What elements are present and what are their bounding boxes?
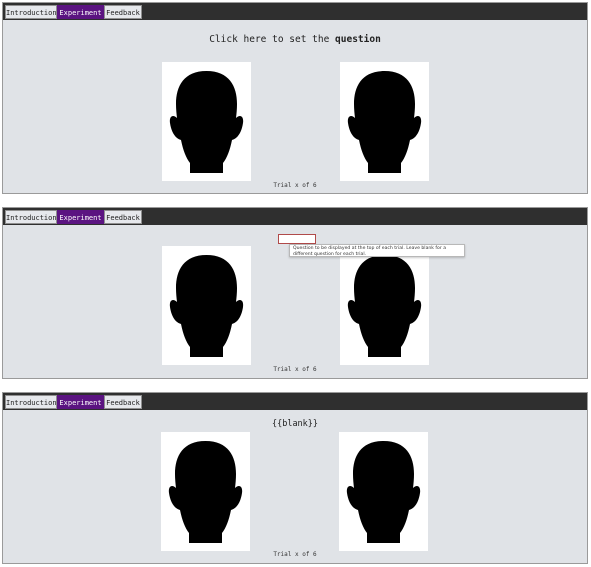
tab-bar: Introduction Experiment Feedback (3, 3, 587, 20)
tab-introduction[interactable]: Introduction (5, 210, 57, 224)
question-prefix: Click here to set the (209, 34, 336, 45)
trial-counter: Trial x of 6 (273, 551, 317, 558)
face-silhouette-icon (339, 432, 428, 551)
question-placeholder[interactable]: {{blank}} (3, 419, 587, 429)
face-card-right[interactable] (339, 432, 428, 551)
experiment-panel-blank: Introduction Experiment Feedback {{blank… (2, 392, 588, 564)
tab-feedback[interactable]: Feedback (104, 5, 142, 19)
trial-counter: Trial x of 6 (273, 182, 317, 189)
face-card-right[interactable] (340, 62, 429, 181)
face-card-left[interactable] (161, 432, 250, 551)
face-silhouette-icon (162, 246, 251, 365)
question-tooltip: Question to be displayed at the top of e… (289, 244, 465, 257)
tab-experiment[interactable]: Experiment (57, 210, 104, 224)
trial-counter: Trial x of 6 (273, 366, 317, 373)
tab-introduction[interactable]: Introduction (5, 5, 57, 19)
face-silhouette-icon (340, 246, 429, 365)
face-silhouette-icon (340, 62, 429, 181)
experiment-panel-initial: Introduction Experiment Feedback Click h… (2, 2, 588, 194)
question-prompt[interactable]: Click here to set the question (3, 34, 587, 45)
tab-experiment[interactable]: Experiment (57, 5, 104, 19)
question-keyword: question (335, 34, 381, 45)
tab-bar: Introduction Experiment Feedback (3, 208, 587, 225)
face-card-right[interactable] (340, 246, 429, 365)
tab-introduction[interactable]: Introduction (5, 395, 57, 409)
question-input[interactable] (278, 234, 316, 244)
tab-feedback[interactable]: Feedback (104, 210, 142, 224)
face-silhouette-icon (162, 62, 251, 181)
tab-experiment[interactable]: Experiment (57, 395, 104, 409)
face-card-left[interactable] (162, 62, 251, 181)
face-silhouette-icon (161, 432, 250, 551)
face-card-left[interactable] (162, 246, 251, 365)
experiment-panel-editing: Introduction Experiment Feedback Questio… (2, 207, 588, 379)
tab-bar: Introduction Experiment Feedback (3, 393, 587, 410)
tab-feedback[interactable]: Feedback (104, 395, 142, 409)
